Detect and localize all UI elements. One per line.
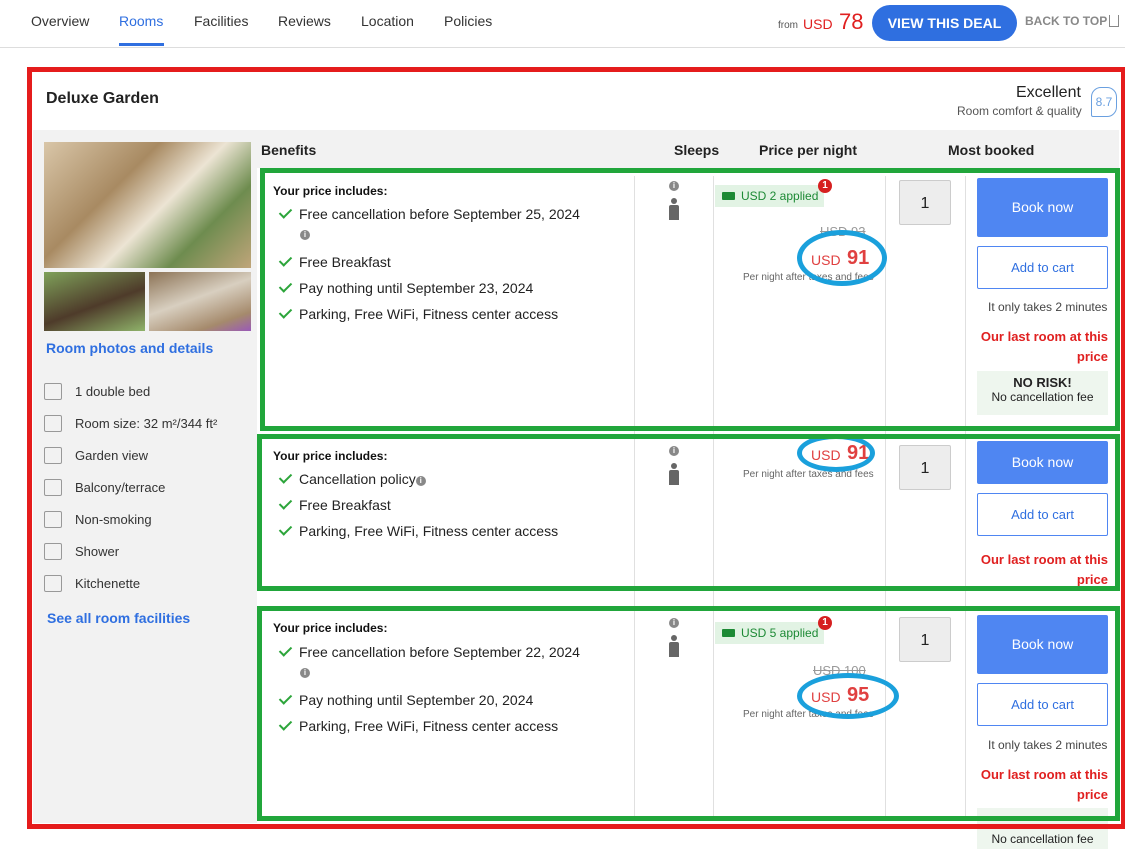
from-currency: USD [803, 16, 833, 32]
view-deal-button[interactable]: VIEW THIS DEAL [872, 5, 1017, 41]
from-price: 78 [839, 9, 864, 34]
tab-location[interactable]: Location [361, 13, 414, 29]
annotation-room-box [27, 67, 1125, 829]
from-label: from [778, 20, 798, 31]
tab-policies[interactable]: Policies [444, 13, 492, 29]
top-navigation: Overview Rooms Facilities Reviews Locati… [0, 0, 1125, 48]
tab-facilities[interactable]: Facilities [194, 13, 248, 29]
back-to-top-link[interactable]: BACK TO TOP [1025, 14, 1120, 28]
tab-overview[interactable]: Overview [31, 13, 89, 29]
back-to-top-label: BACK TO TOP [1025, 14, 1108, 28]
arrow-up-icon [1109, 15, 1120, 27]
active-tab-indicator [119, 43, 164, 46]
tab-reviews[interactable]: Reviews [278, 13, 331, 29]
tab-rooms[interactable]: Rooms [119, 13, 163, 29]
